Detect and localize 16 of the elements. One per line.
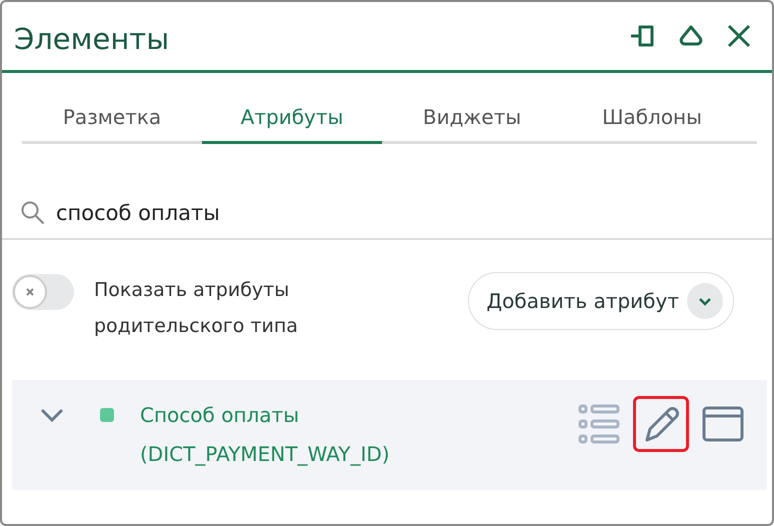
add-attribute-button[interactable]: Добавить атрибут bbox=[468, 272, 734, 330]
tab[interactable]: Разметка bbox=[22, 93, 202, 144]
caret-icon bbox=[687, 283, 723, 319]
search-field[interactable]: способ оплаты bbox=[56, 201, 556, 225]
attribute-code: (DICT_PAYMENT_WAY_ID) bbox=[140, 441, 390, 468]
tab[interactable]: Атрибуты bbox=[202, 93, 382, 144]
attribute-row[interactable]: Способ оплаты (DICT_PAYMENT_WAY_ID) bbox=[12, 380, 767, 490]
attribute-name: Способ оплаты bbox=[140, 402, 300, 429]
toggle-label: Показать атрибуты родительского типа bbox=[94, 278, 299, 339]
toggle-knob[interactable] bbox=[13, 275, 47, 309]
search-icon bbox=[20, 200, 46, 226]
tab[interactable]: Виджеты bbox=[382, 93, 562, 144]
pencil-icon[interactable] bbox=[633, 396, 689, 452]
window-title: Элементы bbox=[14, 21, 170, 56]
chevron-icon[interactable] bbox=[40, 408, 64, 422]
tab[interactable]: Шаблоны bbox=[562, 93, 742, 144]
